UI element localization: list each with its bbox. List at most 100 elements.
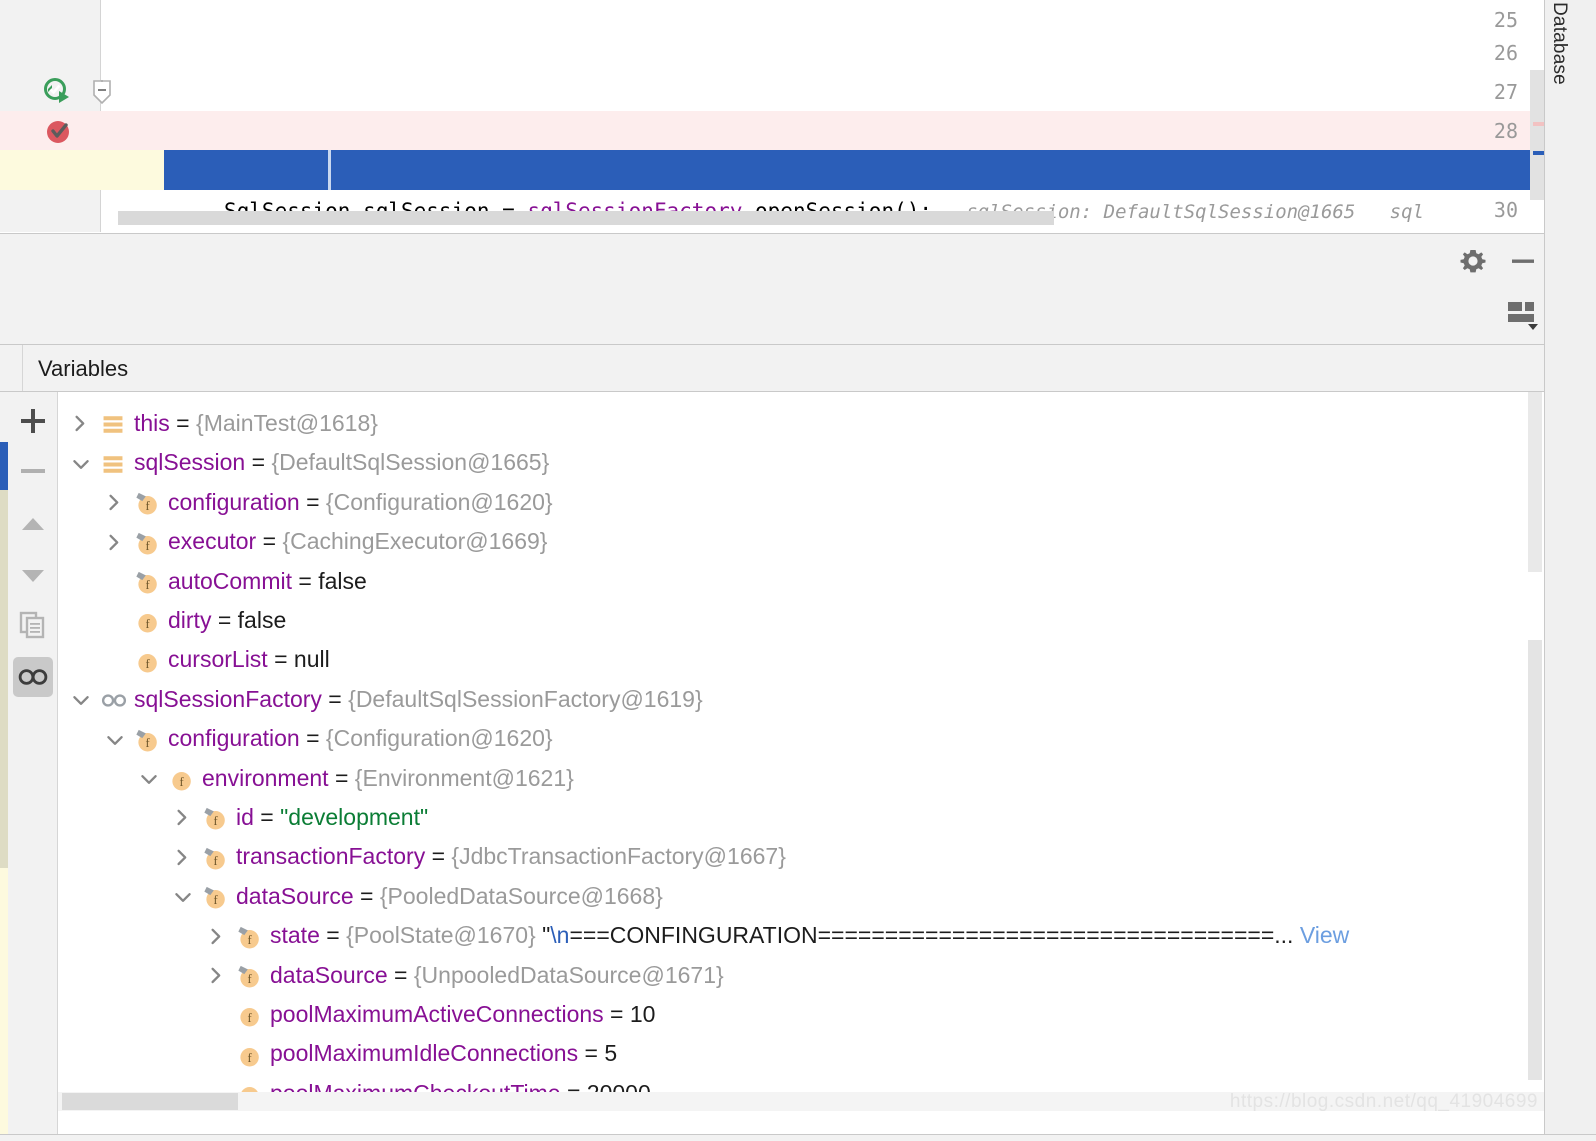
tree-twisty-right-icon[interactable] (206, 916, 228, 955)
line-number: 30 (1493, 198, 1518, 222)
field-icon: f (236, 1074, 262, 1092)
layout-settings-icon[interactable] (1504, 296, 1542, 332)
field-icon: f (236, 1034, 262, 1073)
right-tool-window-strip (1544, 0, 1596, 1141)
tree-twisty-right-icon[interactable] (172, 837, 194, 876)
code-line-28[interactable]: 28 SqlSession sqlSession = sqlSessionFac… (0, 111, 1596, 223)
equals-sign: = (319, 922, 347, 949)
code-line-26[interactable]: 26 @Test (0, 33, 1596, 145)
line-number: 27 (1493, 80, 1518, 104)
tree-twisty-none-icon[interactable] (206, 1074, 228, 1092)
final-field-icon: f (202, 837, 228, 876)
tree-twisty-down-icon[interactable] (70, 680, 92, 719)
tree-twisty-down-icon[interactable] (138, 759, 160, 798)
equals-sign: = (603, 1001, 630, 1027)
variable-name: environment (202, 764, 329, 791)
breakpoint-verified-icon[interactable] (46, 118, 72, 144)
debug-toolbar-top (0, 233, 1544, 288)
equals-sign: = (561, 1080, 587, 1092)
tree-twisty-right-icon[interactable] (206, 956, 228, 995)
variable-value: 5 (604, 1040, 618, 1067)
tree-twisty-down-icon[interactable] (172, 877, 194, 916)
variable-name: dirty (168, 607, 212, 633)
add-watch-button[interactable] (18, 406, 48, 436)
variables-vscrollbar-thumb[interactable] (1528, 640, 1542, 1080)
variable-value: false (237, 607, 287, 633)
tree-twisty-none-icon[interactable] (206, 1034, 228, 1073)
equals-sign: = (245, 449, 272, 476)
escape-sequence: \n (550, 922, 570, 949)
code-editor[interactable]: 25 26 @Test 27 public void testQuery(){ … (0, 0, 1596, 232)
variable-name: sqlSession (134, 449, 246, 476)
line-number: 26 (1493, 41, 1518, 65)
variable-value: {PoolState@1670} (346, 922, 536, 949)
watch-glasses-icon (100, 680, 127, 719)
variable-name: dataSource (270, 961, 388, 988)
variables-hscrollbar-thumb[interactable] (62, 1093, 238, 1110)
variable-value: 10 (629, 1001, 656, 1027)
final-field-icon: f (134, 562, 160, 601)
marker-changed-block (0, 490, 8, 868)
variable-value: "development" (280, 804, 429, 830)
tree-twisty-right-icon[interactable] (70, 404, 92, 443)
watches-toggle-button[interactable] (13, 657, 53, 697)
minimize-icon[interactable] (1506, 244, 1540, 278)
view-link[interactable]: View (1293, 922, 1349, 948)
string-quote: " (535, 922, 551, 949)
tree-twisty-down-icon[interactable] (104, 719, 126, 758)
variable-value: {Environment@1621} (354, 764, 574, 791)
status-bar (0, 1134, 1596, 1141)
variables-vscrollbar-top[interactable] (1528, 392, 1542, 572)
variable-name: executor (168, 528, 257, 555)
tab-separator (22, 345, 23, 391)
code-fold-icon[interactable] (92, 80, 112, 105)
tree-twisty-right-icon[interactable] (172, 798, 194, 837)
tool-tab-database[interactable]: Database (1548, 2, 1570, 85)
variable-value: {DefaultSqlSession@1665} (271, 449, 550, 476)
code-line-27[interactable]: 27 public void testQuery(){ (0, 72, 1596, 184)
variables-tab-bar: Variables (0, 345, 1544, 392)
equals-sign: = (425, 843, 452, 870)
copy-icon[interactable] (18, 610, 48, 640)
execution-point-bar (328, 150, 331, 190)
local-var-icon (100, 443, 126, 482)
variable-value: {JdbcTransactionFactory@1667} (451, 843, 786, 870)
final-field-icon: f (134, 483, 160, 522)
string-body: ===CONFINGURATION=======================… (569, 922, 1294, 949)
tree-twisty-right-icon[interactable] (104, 483, 126, 522)
equals-sign: = (299, 488, 326, 515)
tab-variables[interactable]: Variables (38, 356, 128, 382)
code-line-29[interactable]: UserMapper userMapper = sqlSession.getMa… (164, 150, 1596, 190)
field-icon: f (134, 601, 160, 640)
tree-twisty-down-icon[interactable] (70, 443, 92, 482)
final-field-icon: f (236, 956, 262, 995)
move-down-button[interactable] (18, 560, 48, 590)
line-number: 28 (1493, 119, 1518, 143)
final-field-icon: f (134, 719, 160, 758)
variable-name: cursorList (168, 646, 268, 673)
equals-sign: = (253, 804, 281, 830)
equals-sign: = (256, 528, 283, 555)
variables-tree[interactable]: this = {MainTest@1618} sqlSession = {Defa… (58, 392, 1544, 1092)
variable-name: transactionFactory (236, 843, 426, 870)
tree-twisty-none-icon[interactable] (104, 601, 126, 640)
field-icon: f (168, 759, 194, 798)
tree-twisty-none-icon[interactable] (104, 562, 126, 601)
marker-modified-block (0, 868, 8, 1141)
watermark: https://blog.csdn.net/qq_41904699 (1229, 1091, 1538, 1112)
tree-twisty-none-icon[interactable] (206, 995, 228, 1034)
variable-name: sqlSessionFactory (134, 685, 322, 712)
gear-icon[interactable] (1456, 244, 1490, 278)
remove-watch-button[interactable] (18, 456, 48, 486)
tree-twisty-none-icon[interactable] (104, 640, 126, 679)
final-field-icon: f (236, 916, 262, 955)
tree-twisty-right-icon[interactable] (104, 522, 126, 561)
editor-hscrollbar-thumb[interactable] (118, 211, 1054, 225)
variable-name: dataSource (236, 882, 354, 909)
run-test-icon[interactable] (44, 78, 72, 106)
equals-sign: = (291, 567, 319, 594)
field-icon: f (236, 995, 262, 1034)
move-up-button[interactable] (18, 510, 48, 540)
variable-value: null (293, 646, 330, 673)
editor-vscrollbar-thumb[interactable] (1530, 70, 1544, 200)
